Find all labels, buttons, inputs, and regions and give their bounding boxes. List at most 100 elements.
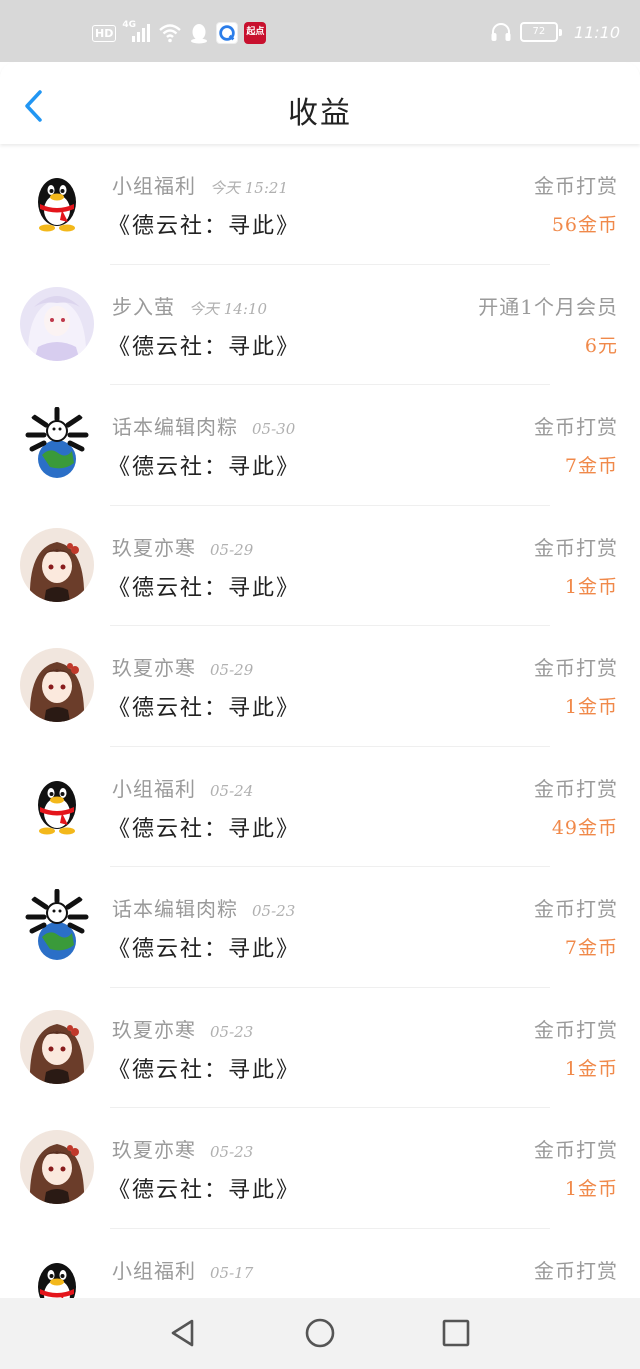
- earning-amount: 7金币: [564, 455, 618, 477]
- app-header: 收益: [0, 62, 640, 144]
- book-title: 《德云社：寻此》: [108, 696, 301, 721]
- earning-type: 开通1个月会员: [478, 294, 618, 319]
- book-title: 《德云社：寻此》: [108, 1057, 301, 1083]
- earning-amount: 7金币: [564, 937, 618, 959]
- earnings-list: 小组福利 今天 15:21 《德云社：寻此》 金币打赏 56金币 步入萤 今天 14…: [0, 144, 640, 1349]
- sender-name: 玖夏亦寒 05-23: [112, 1014, 253, 1043]
- avatar[interactable]: [20, 286, 94, 361]
- network-type: 4G: [122, 20, 136, 30]
- avatar[interactable]: [20, 648, 94, 722]
- book-title: 《德云社：寻此》: [108, 937, 301, 962]
- book-title: 《德云社：寻此》: [108, 334, 301, 360]
- status-bar: HD 4G 起点 72 11:10: [0, 0, 640, 62]
- status-right: 72 11:10: [490, 22, 620, 42]
- page-title: 收益: [288, 96, 352, 131]
- sender-name: 小组福利 05-17: [112, 1255, 253, 1284]
- list-item[interactable]: 步入萤 今天 14:10 《德云社：寻此》 开通1个月会员 6元: [0, 265, 640, 386]
- earning-amount: 1金币: [564, 1057, 618, 1080]
- sender-name-text: 话本编辑肉粽: [112, 415, 238, 439]
- list-item[interactable]: 玖夏亦寒 05-23 《德云社：寻此》 金币打赏 1金币: [0, 988, 640, 1109]
- clock: 11:10: [573, 22, 620, 42]
- sender-name: 话本编辑肉粽 05-23: [112, 893, 295, 922]
- hd-badge: HD: [92, 24, 117, 42]
- sender-name: 话本编辑肉粽 05-30: [112, 411, 295, 440]
- earning-type: 金币打赏: [534, 174, 618, 198]
- timestamp: 今天 14:10: [189, 299, 267, 318]
- list-item[interactable]: 小组福利 今天 15:21 《德云社：寻此》 金币打赏 56金币: [0, 144, 640, 265]
- browser-notification-icon: [216, 22, 239, 44]
- avatar[interactable]: [20, 768, 94, 843]
- battery-icon: 72: [519, 22, 562, 42]
- list-item[interactable]: 玖夏亦寒 05-29 《德云社：寻此》 金币打赏 1金币: [0, 506, 640, 627]
- earning-type: 金币打赏: [534, 415, 618, 439]
- timestamp: 今天 15:21: [210, 179, 288, 197]
- sender-name-text: 小组福利: [112, 174, 196, 198]
- system-nav-bar: [0, 1298, 640, 1369]
- avatar[interactable]: [20, 166, 94, 240]
- avatar[interactable]: [20, 889, 94, 963]
- qidian-notification-icon: 起点: [244, 22, 267, 44]
- timestamp: 05-29: [210, 540, 254, 559]
- nav-back-button[interactable]: [166, 1316, 200, 1350]
- sender-name: 玖夏亦寒 05-29: [112, 652, 253, 681]
- timestamp: 05-17: [210, 1263, 254, 1282]
- sender-name-text: 步入萤: [112, 294, 175, 319]
- sender-name: 小组福利 今天 15:21: [112, 170, 288, 199]
- signal-icon: 4G: [122, 20, 152, 44]
- list-item[interactable]: 小组福利 05-24 《德云社：寻此》 金币打赏 49金币: [0, 747, 640, 868]
- book-title: 《德云社：寻此》: [108, 575, 301, 601]
- earning-amount: 1金币: [564, 575, 618, 598]
- earning-type: 金币打赏: [534, 1258, 618, 1283]
- sender-name-text: 话本编辑肉粽: [112, 897, 238, 921]
- list-item[interactable]: 玖夏亦寒 05-23 《德云社：寻此》 金币打赏 1金币: [0, 1108, 640, 1229]
- avatar[interactable]: [20, 1130, 94, 1204]
- headphones-icon: [491, 23, 511, 41]
- qq-notification-icon: [191, 24, 208, 44]
- earning-type: 金币打赏: [534, 897, 618, 921]
- list-item[interactable]: 话本编辑肉粽 05-23 《德云社：寻此》 金币打赏 7金币: [0, 867, 640, 988]
- earning-type: 金币打赏: [534, 1017, 618, 1042]
- back-triangle-icon: [171, 1319, 194, 1347]
- timestamp: 05-24: [210, 781, 254, 800]
- home-circle-icon: [305, 1318, 335, 1348]
- sender-name-text: 玖夏亦寒: [112, 535, 196, 560]
- timestamp: 05-23: [252, 902, 296, 920]
- avatar[interactable]: [20, 407, 94, 481]
- earning-amount: 56金币: [551, 214, 618, 236]
- sender-name: 玖夏亦寒 05-29: [112, 532, 253, 561]
- timestamp: 05-23: [210, 1022, 254, 1041]
- earning-type: 金币打赏: [534, 656, 618, 680]
- timestamp: 05-23: [210, 1143, 254, 1161]
- earning-amount: 49金币: [551, 816, 618, 839]
- earning-amount: 1金币: [564, 1178, 618, 1200]
- wifi-icon: [159, 24, 182, 43]
- book-title: 《德云社：寻此》: [108, 455, 301, 480]
- nav-home-button[interactable]: [303, 1316, 337, 1350]
- timestamp: 05-30: [252, 420, 296, 438]
- sender-name-text: 玖夏亦寒: [112, 1017, 196, 1042]
- earning-amount: 1金币: [564, 696, 618, 718]
- book-title: 《德云社：寻此》: [108, 214, 301, 239]
- nav-recents-button[interactable]: [439, 1316, 473, 1350]
- recents-square-icon: [442, 1319, 470, 1347]
- earning-type: 金币打赏: [534, 1138, 618, 1162]
- avatar[interactable]: [20, 527, 94, 602]
- battery-level: 72: [532, 26, 546, 37]
- list-item[interactable]: 话本编辑肉粽 05-30 《德云社：寻此》 金币打赏 7金币: [0, 385, 640, 506]
- book-title: 《德云社：寻此》: [108, 816, 301, 842]
- avatar[interactable]: [20, 1009, 94, 1084]
- list-item[interactable]: 玖夏亦寒 05-29 《德云社：寻此》 金币打赏 1金币: [0, 626, 640, 747]
- sender-name-text: 小组福利: [112, 776, 196, 801]
- sender-name: 步入萤 今天 14:10: [112, 291, 267, 320]
- sender-name: 小组福利 05-24: [112, 773, 253, 802]
- timestamp: 05-29: [210, 661, 254, 679]
- sender-name-text: 玖夏亦寒: [112, 656, 196, 680]
- earning-type: 金币打赏: [534, 776, 618, 801]
- status-left: HD 4G 起点: [92, 20, 267, 44]
- earning-type: 金币打赏: [534, 535, 618, 560]
- sender-name-text: 小组福利: [112, 1258, 196, 1283]
- sender-name-text: 玖夏亦寒: [112, 1138, 196, 1162]
- earning-amount: 6元: [584, 334, 618, 357]
- sender-name: 玖夏亦寒 05-23: [112, 1134, 253, 1163]
- book-title: 《德云社：寻此》: [108, 1178, 301, 1203]
